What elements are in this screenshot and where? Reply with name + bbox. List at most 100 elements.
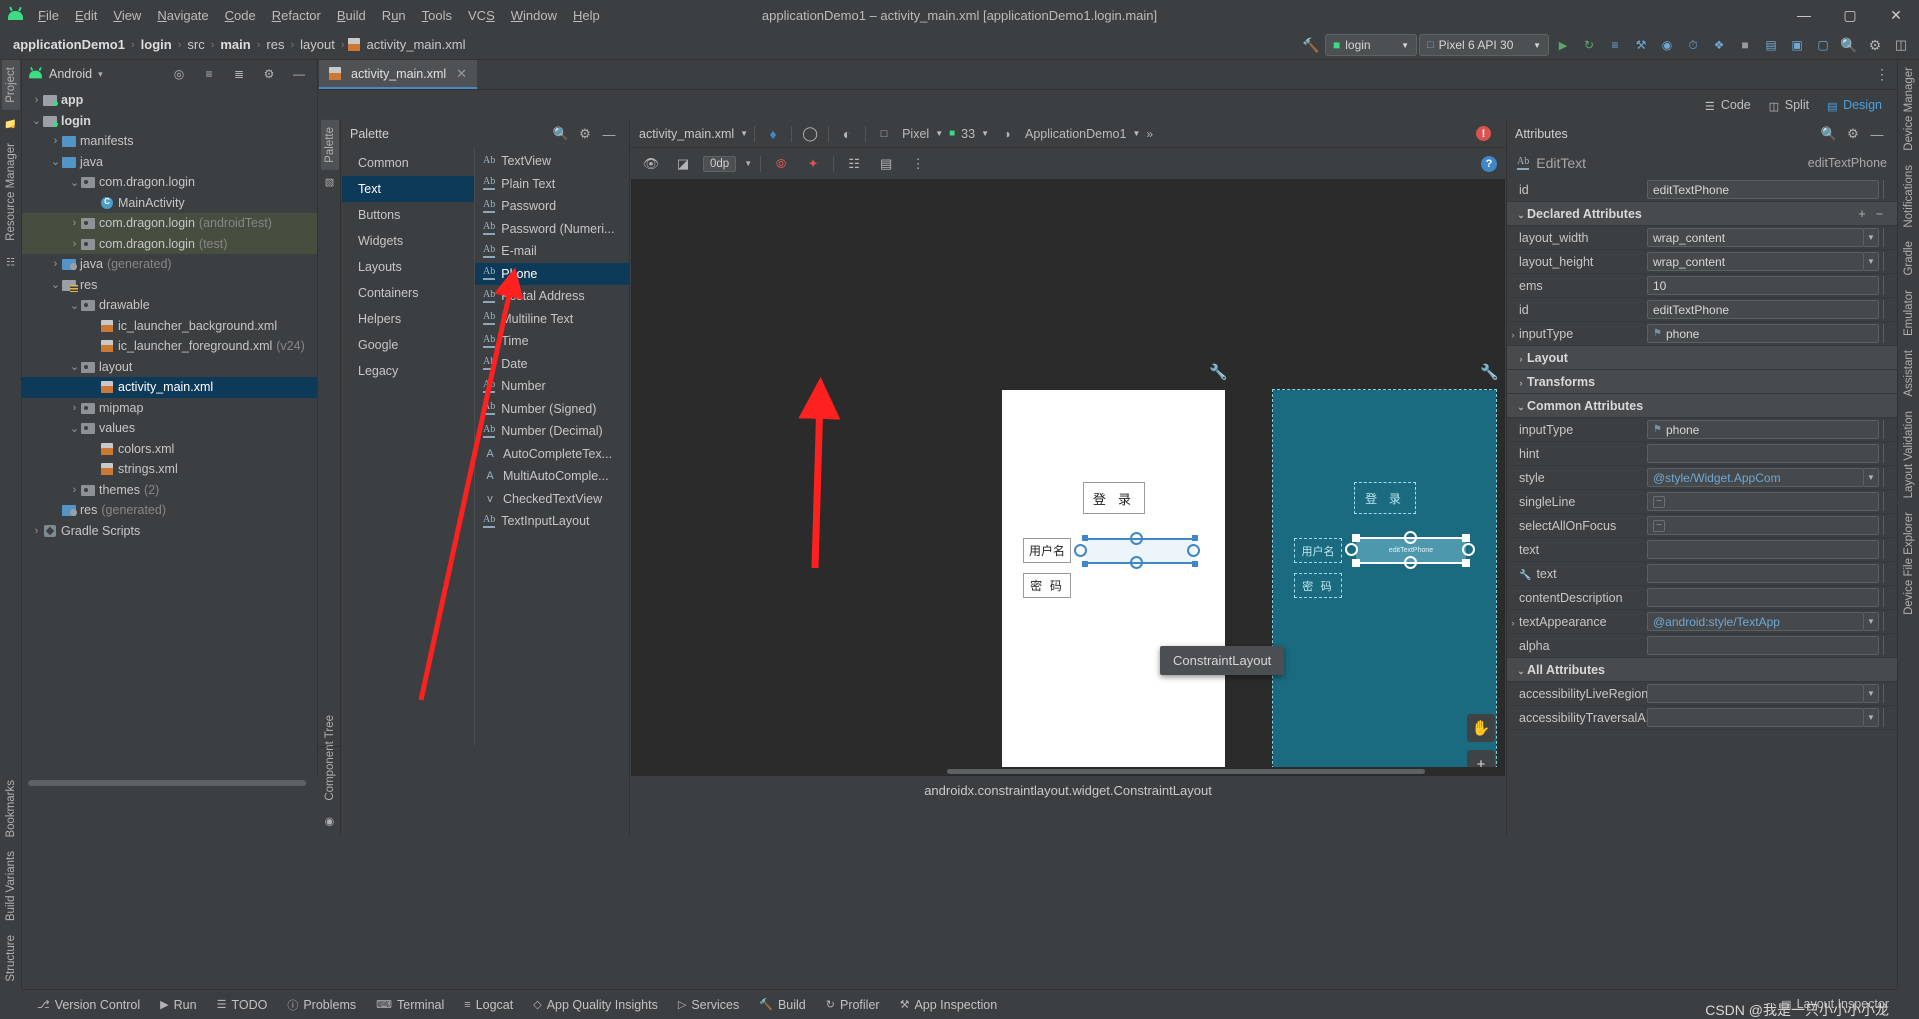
checkbox-icon[interactable]: − <box>1653 519 1665 532</box>
stripe-tab-structure[interactable]: Structure <box>2 928 20 989</box>
error-badge[interactable]: ! <box>1476 126 1491 141</box>
tree-node[interactable]: MainActivity <box>22 193 317 214</box>
attribute-row[interactable]: layout_height wrap_content ▼ <box>1507 250 1897 274</box>
debug-button[interactable]: ⚒ <box>1629 33 1653 57</box>
chevron-down-icon[interactable]: ▼ <box>1132 129 1140 138</box>
tree-node[interactable]: colors.xml <box>22 439 317 460</box>
attribute-row[interactable]: inputType ⚑ phone <box>1507 418 1897 442</box>
attribute-value[interactable]: editTextPhone <box>1647 180 1897 199</box>
menu-vcs[interactable]: VCS <box>460 5 503 26</box>
palette-category-widgets[interactable]: Widgets <box>342 228 474 254</box>
align-icon[interactable]: ☷ <box>842 152 866 176</box>
minimize-button[interactable]: — <box>1781 0 1827 30</box>
rerun-button[interactable]: ↻ <box>1577 33 1601 57</box>
bottom-tab-version-control[interactable]: ⎇ Version Control <box>28 995 149 1015</box>
attribute-input[interactable]: 10 <box>1647 276 1879 295</box>
attribute-row[interactable]: ems 10 <box>1507 274 1897 298</box>
palette-item[interactable]: A AutoCompleteTex... <box>475 443 629 466</box>
pan-tool-button[interactable]: ✋ <box>1467 714 1495 742</box>
attribute-value[interactable]: editTextPhone <box>1647 300 1897 319</box>
design-api-label[interactable]: 33 <box>961 127 975 141</box>
bottom-tab-profiler[interactable]: ↻ Profiler <box>817 995 889 1015</box>
chevron-down-icon[interactable]: ▼ <box>981 129 989 138</box>
project-hscrollbar[interactable] <box>24 778 316 788</box>
tree-node[interactable]: res (generated) <box>22 500 317 521</box>
attribute-row[interactable]: 🔧 text <box>1507 562 1897 586</box>
design-canvas[interactable]: 🔧 🔧 登 录 用户名 密 码 登 录 用户名 密 码 editTextPhon… <box>631 180 1505 776</box>
tree-node[interactable]: ⌄ layout <box>22 357 317 378</box>
attribute-input[interactable] <box>1647 684 1864 703</box>
chevron-down-icon[interactable]: ⌄ <box>68 422 81 435</box>
attribute-value[interactable]: wrap_content ▼ <box>1647 228 1897 247</box>
run-button[interactable]: ▶ <box>1551 33 1575 57</box>
stripe-tab-device-manager[interactable]: Device Manager <box>1900 60 1918 158</box>
palette-item[interactable]: Ab Postal Address <box>475 285 629 308</box>
palette-item[interactable]: Ab Password (Numeri... <box>475 218 629 241</box>
collapse-all-icon[interactable]: ≡ <box>197 62 221 86</box>
design-device-label[interactable]: Pixel <box>902 127 929 141</box>
breadcrumb-6[interactable]: activity_main.xml <box>364 37 469 52</box>
tree-node[interactable]: strings.xml <box>22 459 317 480</box>
bottom-tab-app-quality-insights[interactable]: ◇ App Quality Insights <box>524 995 667 1015</box>
attribute-row[interactable]: singleLine − <box>1507 490 1897 514</box>
attribute-input[interactable] <box>1647 444 1879 463</box>
palette-category-helpers[interactable]: Helpers <box>342 306 474 332</box>
design-overflow-icon[interactable]: » <box>1146 127 1153 141</box>
stripe-tab-notifications[interactable]: Notifications <box>1900 158 1918 235</box>
tree-node[interactable]: › com.dragon.login (androidTest) <box>22 213 317 234</box>
attributes-section-header[interactable]: › Transforms <box>1507 370 1897 394</box>
attributes-section-header[interactable]: ⌄ Declared Attributes + − <box>1507 202 1897 226</box>
attribute-row[interactable]: id editTextPhone <box>1507 298 1897 322</box>
palette-categories[interactable]: Common Text Buttons Widgets Layouts Container… <box>342 148 475 746</box>
attribute-row[interactable]: text <box>1507 538 1897 562</box>
stripe-folder-icon[interactable]: 📁 <box>2 110 19 136</box>
attribute-value[interactable]: wrap_content ▼ <box>1647 252 1897 271</box>
design-theme-label[interactable]: ApplicationDemo1 <box>1025 127 1126 141</box>
minimize-icon[interactable]: — <box>597 122 621 146</box>
stripe-tab-bookmarks[interactable]: Bookmarks <box>2 773 20 845</box>
palette-items[interactable]: Ab TextView Ab Plain Text Ab Password Ab Passwo… <box>475 148 629 746</box>
chevron-down-icon[interactable]: ▼ <box>740 129 748 138</box>
stripe-tab-project[interactable]: Project <box>1 60 20 110</box>
breadcrumb-3[interactable]: main <box>217 37 253 52</box>
chevron-down-icon[interactable]: ⌄ <box>68 299 81 312</box>
chevron-right-icon[interactable]: › <box>49 135 62 147</box>
attribute-value[interactable] <box>1647 444 1897 463</box>
palette-category-containers[interactable]: Containers <box>342 280 474 306</box>
attribute-value[interactable]: ⚑ phone <box>1647 324 1897 343</box>
chevron-down-icon[interactable]: ⌄ <box>1515 210 1527 221</box>
chevron-right-icon[interactable]: › <box>1507 618 1519 628</box>
attribute-value[interactable]: ▼ <box>1647 684 1897 703</box>
chevron-right-icon[interactable]: › <box>30 525 43 537</box>
avd-manager-icon[interactable]: ▣ <box>1785 33 1809 57</box>
layers-icon[interactable]: ♦ <box>761 122 785 146</box>
chevron-right-icon[interactable]: › <box>1515 378 1527 388</box>
tree-node[interactable]: ⌄ com.dragon.login <box>22 172 317 193</box>
stop-button[interactable]: ■ <box>1733 33 1757 57</box>
menu-file[interactable]: File <box>30 5 67 26</box>
attribute-input[interactable]: wrap_content <box>1647 252 1864 271</box>
gear-icon[interactable]: ⚙ <box>573 122 597 146</box>
breadcrumb-0[interactable]: applicationDemo1 <box>10 37 128 52</box>
attribute-input[interactable] <box>1647 588 1879 607</box>
menu-code[interactable]: Code <box>217 5 264 26</box>
attribute-checkbox-field[interactable]: − <box>1647 516 1879 535</box>
attribute-row[interactable]: style @style/Widget.AppCom ▼ <box>1507 466 1897 490</box>
breadcrumb-5[interactable]: layout <box>297 37 338 52</box>
search-icon[interactable]: 🔍 <box>549 122 573 146</box>
remove-attribute-button[interactable]: − <box>1876 207 1897 221</box>
distribute-icon[interactable]: ▤ <box>874 152 898 176</box>
tree-node[interactable]: › com.dragon.login (test) <box>22 233 317 254</box>
apply-changes-button[interactable]: ≡ <box>1603 33 1627 57</box>
magic-icon[interactable]: ✦ <box>801 152 825 176</box>
gear-icon[interactable]: ⚙ <box>1863 33 1887 57</box>
chevron-right-icon[interactable]: › <box>68 217 81 229</box>
editor-overflow-icon[interactable]: ⋮ <box>1875 66 1889 83</box>
palette-item[interactable]: Ab Number <box>475 375 629 398</box>
stripe-tab-gradle[interactable]: Gradle <box>1900 234 1918 283</box>
palette-item[interactable]: Ab Password <box>475 195 629 218</box>
eye-icon[interactable]: 👁 <box>639 152 663 176</box>
device-combo[interactable]: □ Pixel 6 API 30 ▼ <box>1419 34 1549 56</box>
attribute-value[interactable]: 10 <box>1647 276 1897 295</box>
chevron-down-icon[interactable]: ▼ <box>1864 708 1879 727</box>
